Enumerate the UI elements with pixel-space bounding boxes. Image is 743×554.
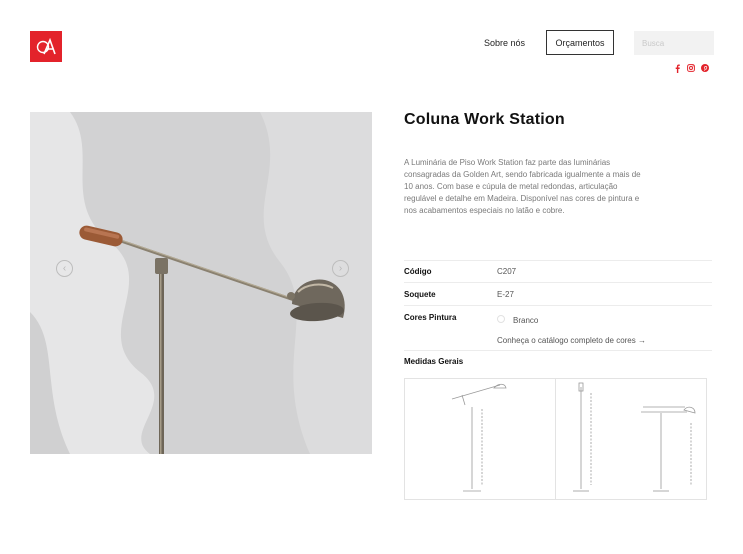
color-swatch-label: Branco — [513, 316, 539, 325]
spec-value: E-27 — [497, 290, 514, 299]
product-title: Coluna Work Station — [404, 111, 565, 128]
product-image-gallery[interactable] — [30, 112, 372, 454]
pinterest-icon[interactable] — [701, 63, 709, 73]
spec-row-measures: Medidas Gerais — [404, 350, 712, 371]
gallery-next-button[interactable]: › — [332, 260, 349, 277]
chevron-right-icon: › — [338, 263, 343, 274]
facebook-icon[interactable] — [673, 63, 681, 73]
spec-label: Cores Pintura — [404, 313, 457, 322]
spec-label: Medidas Gerais — [404, 357, 464, 366]
nav-quotes-button[interactable]: Orçamentos — [546, 30, 614, 55]
brand-logo[interactable] — [30, 31, 62, 62]
spec-row-code: Código C207 — [404, 260, 712, 282]
social-links — [673, 63, 709, 73]
product-description: A Luminária de Piso Work Station faz par… — [404, 158, 641, 215]
dimension-drawings — [451, 382, 696, 492]
gallery-prev-button[interactable]: ‹ — [56, 260, 73, 277]
spec-label: Soquete — [404, 290, 436, 299]
spec-value: C207 — [497, 267, 517, 276]
technical-drawing[interactable] — [404, 378, 707, 500]
floor-lamp-photo — [30, 112, 372, 454]
nav-about-link[interactable]: Sobre nós — [484, 38, 525, 48]
spec-row-socket: Soquete E-27 — [404, 282, 712, 305]
search-input[interactable] — [634, 31, 714, 55]
color-swatch-white[interactable] — [497, 315, 505, 323]
instagram-icon[interactable] — [687, 63, 695, 73]
color-catalog-link[interactable]: Conheça o catálogo completo de cores → — [497, 336, 646, 345]
product-specs: Código C207 Soquete E-27 Cores Pintura B… — [404, 260, 712, 371]
spec-row-colors: Cores Pintura Branco Conheça o catálogo … — [404, 305, 712, 350]
spec-label: Código — [404, 267, 432, 276]
chevron-left-icon: ‹ — [62, 263, 67, 274]
logo-mark — [36, 37, 56, 54]
